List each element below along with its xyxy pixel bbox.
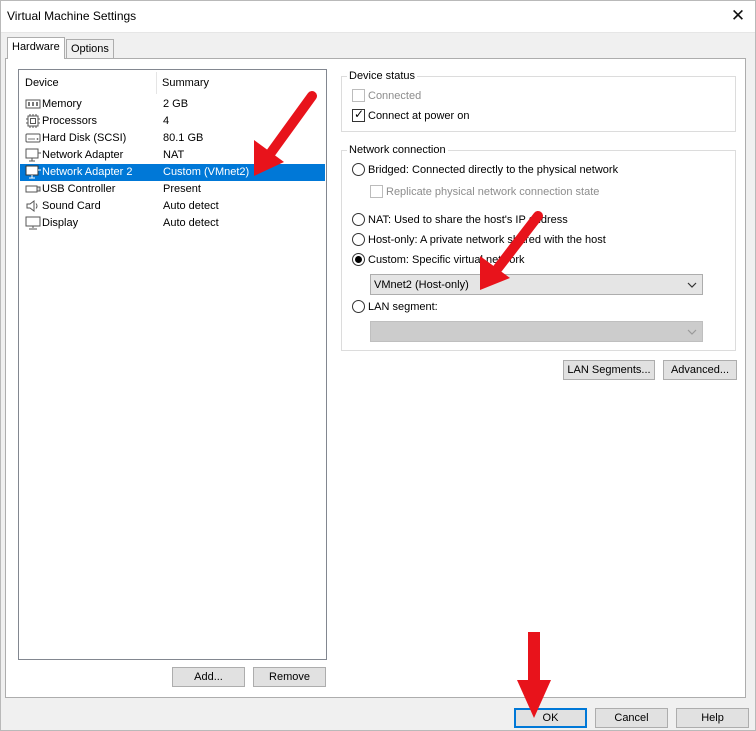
help-button[interactable]: Help	[676, 708, 749, 728]
processor-icon	[26, 114, 40, 128]
radio-selected-dot	[355, 256, 362, 263]
device-summary: NAT	[163, 149, 185, 161]
tab-hardware[interactable]: Hardware	[7, 37, 65, 59]
lan-segments-button[interactable]: LAN Segments...	[563, 360, 655, 380]
usb-icon	[25, 185, 41, 193]
replicate-state-label: Replicate physical network connection st…	[386, 186, 600, 198]
annotation-arrow-icon	[517, 632, 551, 718]
custom-network-value: VMnet2 (Host-only)	[374, 279, 469, 291]
tab-hardware-label: Hardware	[12, 41, 60, 53]
device-name: Hard Disk (SCSI)	[42, 132, 127, 144]
device-name: Network Adapter	[42, 149, 124, 161]
speaker-icon	[26, 200, 38, 212]
custom-radio[interactable]	[352, 253, 365, 266]
device-name: Display	[42, 217, 79, 229]
remove-device-button[interactable]: Remove	[253, 667, 326, 687]
host-only-radio[interactable]	[352, 233, 365, 246]
device-row-sound-card[interactable]: Sound Card Auto detect	[20, 198, 325, 215]
device-name: Sound Card	[42, 200, 101, 212]
device-status-group: Device status	[341, 70, 736, 132]
lan-segment-label: LAN segment:	[368, 301, 438, 313]
device-summary: Custom (VMnet2)	[163, 166, 250, 178]
network-adapter-icon	[25, 165, 41, 179]
annotation-arrow-icon	[480, 211, 543, 290]
chevron-down-icon	[687, 329, 697, 335]
device-row-display[interactable]: Display Auto detect	[20, 215, 325, 232]
advanced-button[interactable]: Advanced...	[663, 360, 737, 380]
connected-checkbox[interactable]	[352, 89, 365, 102]
device-summary: Auto detect	[163, 200, 219, 212]
column-separator[interactable]	[156, 72, 157, 94]
bridged-label: Bridged: Connected directly to the physi…	[368, 164, 619, 176]
column-header-summary[interactable]: Summary	[162, 77, 209, 89]
chevron-down-icon	[687, 282, 697, 288]
tab-options[interactable]: Options	[66, 39, 114, 59]
device-summary: 80.1 GB	[163, 132, 204, 144]
nat-radio[interactable]	[352, 213, 365, 226]
checkmark-icon: ✓	[354, 107, 365, 121]
device-summary: Present	[163, 183, 201, 195]
device-row-usb-controller[interactable]: USB Controller Present	[20, 181, 325, 198]
connect-at-power-on-checkbox[interactable]: ✓	[352, 107, 365, 122]
replicate-state-checkbox[interactable]	[370, 185, 383, 198]
hard-disk-icon	[25, 133, 41, 143]
network-connection-title: Network connection	[347, 144, 448, 157]
bridged-radio[interactable]	[352, 163, 365, 176]
device-status-title: Device status	[347, 70, 418, 83]
memory-icon	[25, 99, 41, 109]
lan-segment-radio[interactable]	[352, 300, 365, 313]
column-header-device[interactable]: Device	[25, 77, 59, 89]
device-name: Processors	[42, 115, 98, 127]
annotation-arrow-icon	[254, 91, 317, 176]
window-title: Virtual Machine Settings	[7, 9, 137, 23]
device-summary: 2 GB	[163, 98, 189, 110]
cancel-button[interactable]: Cancel	[595, 708, 668, 728]
device-name: USB Controller	[42, 183, 116, 195]
connected-label: Connected	[368, 90, 422, 102]
add-device-button[interactable]: Add...	[172, 667, 245, 687]
tab-options-label: Options	[71, 43, 109, 55]
network-adapter-icon	[25, 148, 41, 162]
title-bar: Virtual Machine Settings ✕	[0, 0, 756, 33]
device-name: Network Adapter 2	[42, 166, 133, 178]
monitor-icon	[25, 216, 41, 230]
close-icon[interactable]: ✕	[726, 4, 750, 28]
device-summary: Auto detect	[163, 217, 219, 229]
lan-segment-dropdown[interactable]	[370, 321, 703, 342]
device-name: Memory	[42, 98, 82, 110]
device-summary: 4	[163, 115, 170, 127]
connect-at-power-on-label: Connect at power on	[368, 110, 470, 122]
